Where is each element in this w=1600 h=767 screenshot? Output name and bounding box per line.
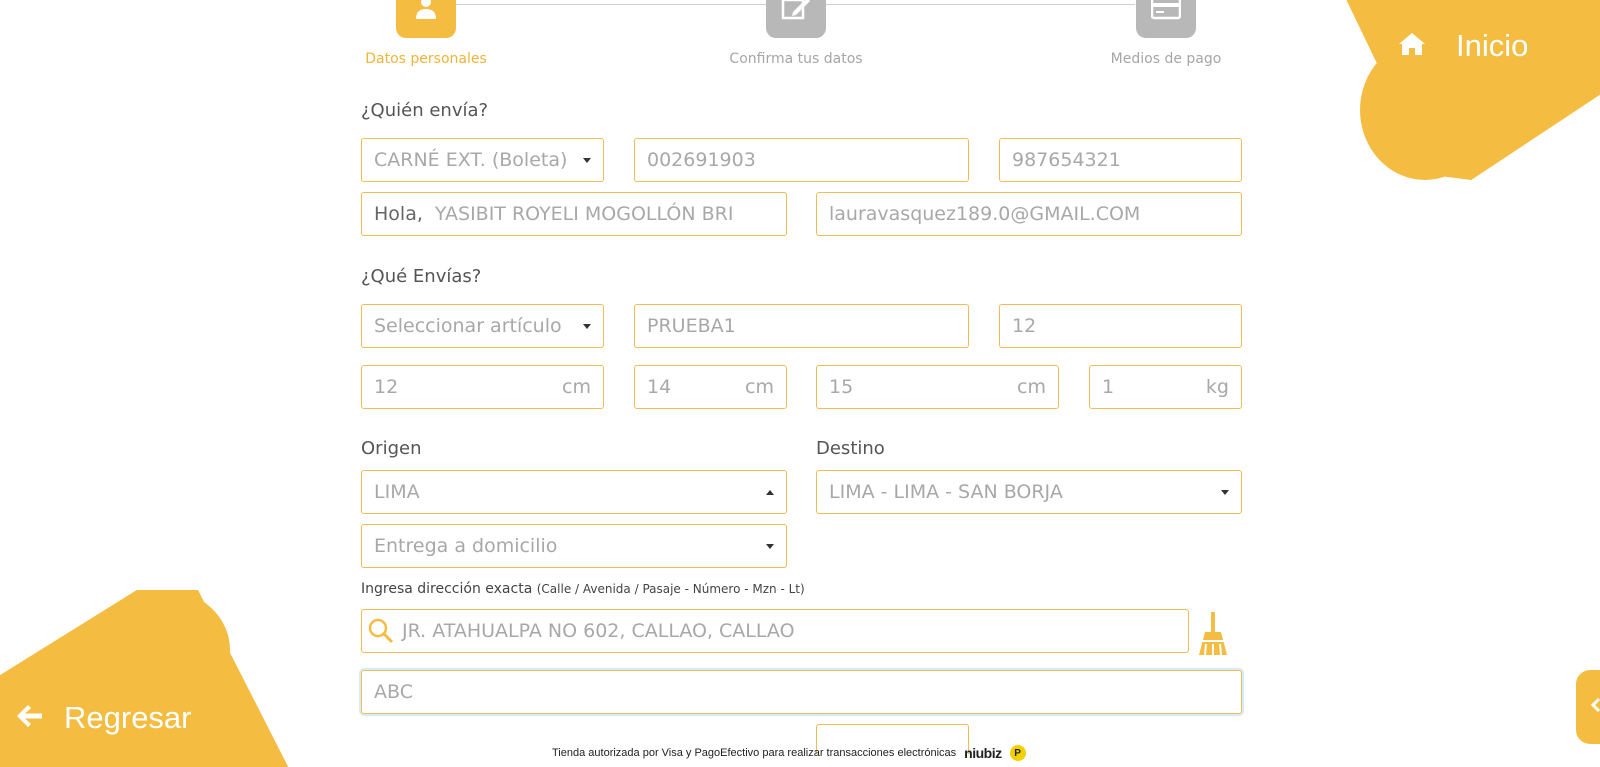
address-label: Ingresa dirección exacta (Calle / Avenid… [361, 581, 805, 597]
sender-name-field[interactable]: Hola, YASIBIT ROYELI MOGOLLÓN BRI [361, 192, 787, 236]
document-number-input[interactable]: 002691903 [634, 138, 969, 182]
home-label: Inicio [1456, 28, 1529, 63]
width-unit: cm [745, 376, 774, 398]
footer-text: Tienda autorizada por Visa y PagoEfectiv… [552, 747, 957, 759]
caret-up-icon [766, 489, 774, 495]
description-value: PRUEBA1 [647, 315, 736, 337]
origin-select[interactable]: LIMA [361, 470, 787, 514]
quantity-value: 12 [1012, 315, 1037, 337]
length-input[interactable]: 12 cm [361, 365, 604, 409]
width-value: 14 [647, 376, 672, 398]
search-icon [368, 618, 394, 644]
arrow-left-icon [16, 703, 44, 733]
back-label: Regresar [64, 700, 192, 735]
address-search-value: JR. ATAHUALPA NO 602, CALLAO, CALLAO [402, 620, 795, 642]
user-icon [414, 0, 438, 24]
weight-value: 1 [1102, 376, 1115, 398]
email-value: lauravasquez189.0@GMAIL.COM [829, 203, 1141, 225]
address-label-text: Ingresa dirección exacta [361, 581, 533, 597]
origin-label: Origen [361, 438, 422, 459]
caret-down-icon [583, 323, 591, 329]
email-input[interactable]: lauravasquez189.0@GMAIL.COM [816, 192, 1242, 236]
back-link[interactable]: Regresar [16, 700, 192, 736]
step-confirm-icon-box[interactable] [766, 0, 826, 38]
height-input[interactable]: 15 cm [816, 365, 1059, 409]
address-hint: (Calle / Avenida / Pasaje - Número - Mzn… [536, 582, 805, 596]
payment-footer: Tienda autorizada por Visa y PagoEfectiv… [552, 745, 1026, 761]
phone-value: 987654321 [1012, 149, 1121, 171]
document-number-value: 002691903 [647, 149, 756, 171]
caret-down-icon [583, 157, 591, 163]
article-select[interactable]: Seleccionar artículo [361, 304, 604, 348]
weight-unit: kg [1205, 376, 1229, 398]
side-panel-toggle[interactable] [1576, 670, 1600, 744]
credit-card-icon [1150, 0, 1182, 24]
address-reference-input[interactable]: ABC [361, 670, 1242, 714]
package-section-title: ¿Qué Envías? [361, 266, 482, 287]
home-link[interactable]: Inicio [1398, 28, 1528, 64]
caret-down-icon [1221, 489, 1229, 495]
destination-value: LIMA - LIMA - SAN BORJA [829, 481, 1063, 503]
origin-value: LIMA [374, 481, 420, 503]
address-reference-value: ABC [374, 681, 413, 703]
step-label-personal-data: Datos personales [365, 51, 487, 67]
document-type-select[interactable]: CARNÉ EXT. (Boleta) [361, 138, 604, 182]
weight-input[interactable]: 1 kg [1089, 365, 1242, 409]
home-icon [1398, 31, 1426, 61]
document-type-value: CARNÉ EXT. (Boleta) [374, 149, 568, 171]
article-select-value: Seleccionar artículo [374, 315, 562, 337]
clear-broom-icon[interactable] [1196, 611, 1230, 661]
quantity-input[interactable]: 12 [999, 304, 1242, 348]
greeting-text: Hola, [374, 203, 423, 225]
height-value: 15 [829, 376, 854, 398]
delivery-type-select[interactable]: Entrega a domicilio [361, 524, 787, 568]
phone-input[interactable]: 987654321 [999, 138, 1242, 182]
sender-section-title: ¿Quién envía? [361, 100, 489, 121]
height-unit: cm [1017, 376, 1046, 398]
caret-down-icon [766, 543, 774, 549]
step-payment-icon-box[interactable] [1136, 0, 1196, 38]
edit-icon [781, 0, 811, 24]
length-value: 12 [374, 376, 399, 398]
niubiz-logo: niubiz [964, 745, 1002, 761]
delivery-type-value: Entrega a domicilio [374, 535, 558, 557]
step-label-payment: Medios de pago [1110, 51, 1222, 67]
destination-select[interactable]: LIMA - LIMA - SAN BORJA [816, 470, 1242, 514]
address-search-input[interactable]: JR. ATAHUALPA NO 602, CALLAO, CALLAO [361, 609, 1189, 653]
destination-label: Destino [816, 438, 885, 459]
step-label-confirm: Confirma tus datos [729, 51, 863, 67]
chevron-left-icon [1590, 697, 1600, 717]
description-input[interactable]: PRUEBA1 [634, 304, 969, 348]
width-input[interactable]: 14 cm [634, 365, 787, 409]
corner-decoration-bottom-left-round [100, 590, 230, 710]
pagoefectivo-logo: P [1009, 745, 1026, 761]
step-personal-data-icon-box[interactable] [396, 0, 456, 38]
sender-name-value: YASIBIT ROYELI MOGOLLÓN BRI [434, 203, 734, 225]
length-unit: cm [562, 376, 591, 398]
